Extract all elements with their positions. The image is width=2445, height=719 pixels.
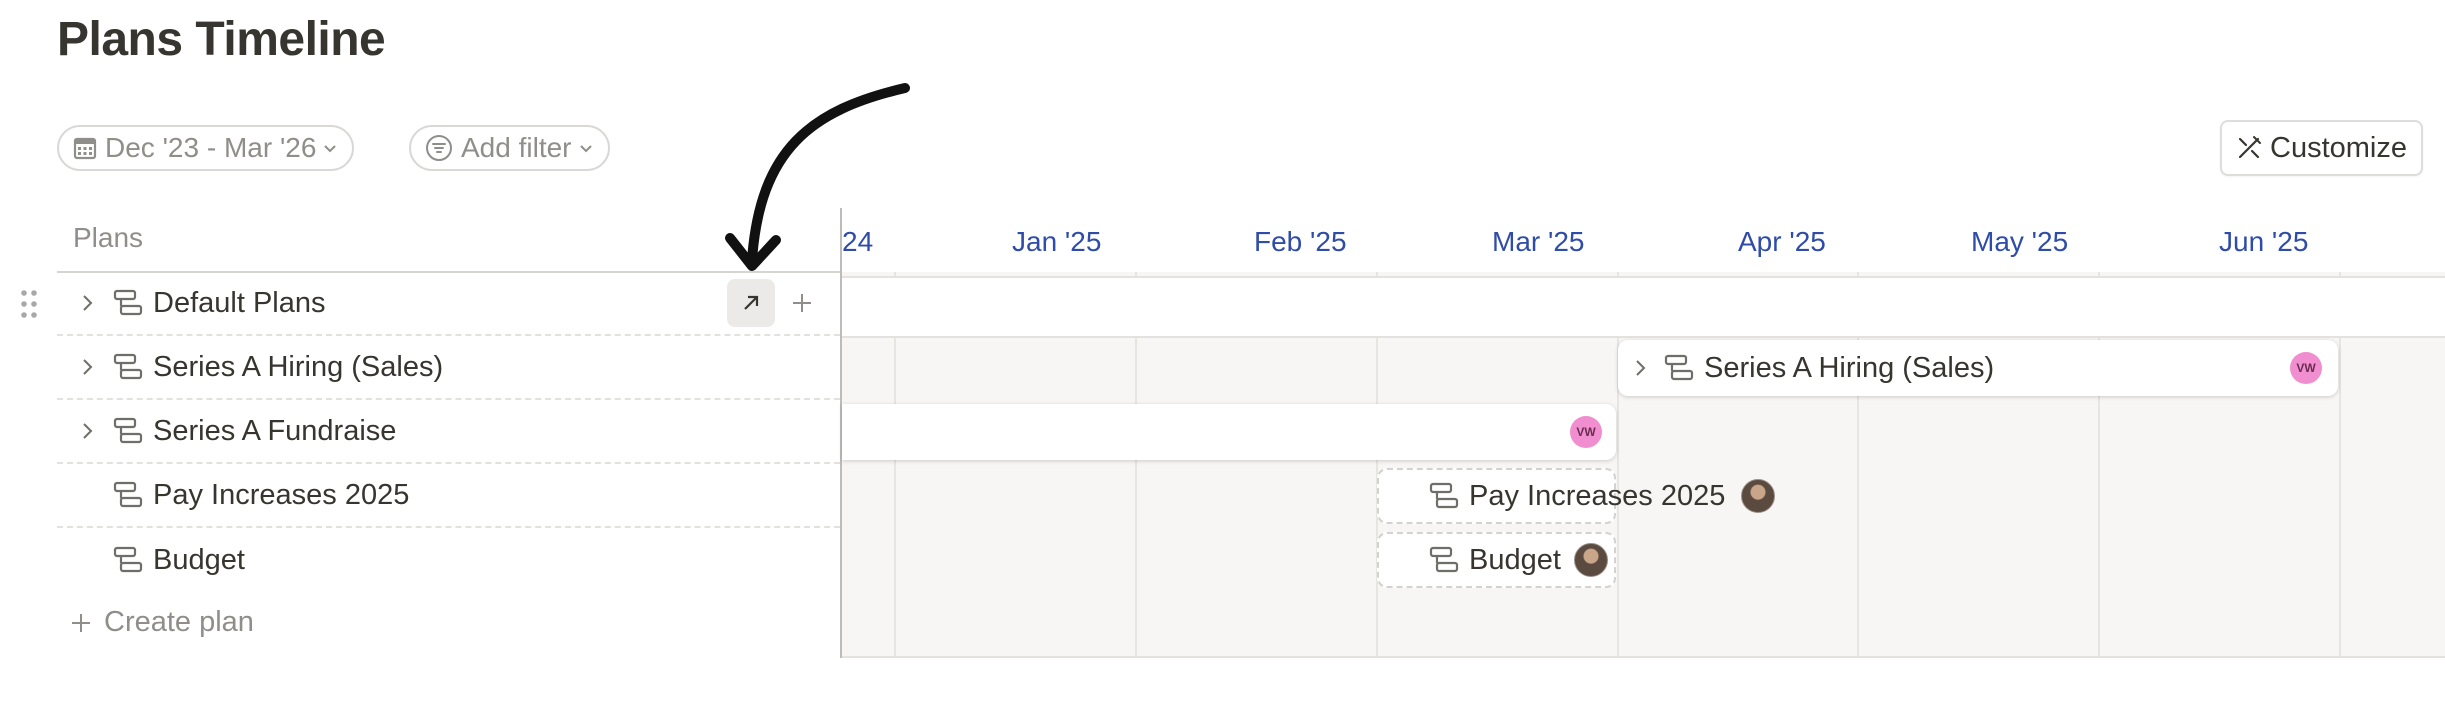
- plan-row-series-a-hiring[interactable]: Series A Hiring (Sales): [57, 336, 840, 400]
- month-label: May '25: [1971, 226, 2069, 257]
- plus-icon: [793, 294, 811, 312]
- month-label: Mar '25: [1492, 226, 1585, 257]
- default-plans-band: [842, 276, 2445, 338]
- bar-label: Pay Increases 2025: [1469, 479, 1726, 512]
- plan-label: Budget: [153, 543, 245, 576]
- month-label: Jan '25: [1012, 226, 1102, 257]
- chevron-right-icon[interactable]: [73, 357, 103, 377]
- plan-icon: [113, 481, 143, 509]
- plan-label: Series A Hiring (Sales): [153, 350, 444, 383]
- chevron-right-icon[interactable]: [73, 421, 103, 441]
- chevron-right-icon[interactable]: [73, 293, 103, 313]
- create-plan-button[interactable]: Create plan: [70, 606, 254, 639]
- filter-icon: [426, 135, 452, 161]
- plan-icon: [113, 353, 143, 381]
- plan-icon: [1429, 546, 1459, 573]
- date-range-label: Dec '23 - Mar '26: [105, 132, 317, 163]
- add-filter-button[interactable]: Add filter: [409, 125, 610, 171]
- annotation-arrow-icon: [725, 83, 910, 271]
- plan-icon: [113, 546, 143, 574]
- customize-button[interactable]: Customize: [2220, 120, 2423, 176]
- bar-label: Series A Hiring (Sales): [1704, 351, 1995, 384]
- plan-label: Default Plans: [153, 286, 326, 319]
- avatar: [1574, 543, 1608, 577]
- timeline-bar-pay-increases[interactable]: Pay Increases 2025: [1377, 468, 1776, 524]
- avatar: VW: [1570, 416, 1602, 448]
- month-label: Jun '25: [2219, 226, 2309, 257]
- chevron-down-icon: [324, 145, 337, 153]
- date-range-filter[interactable]: Dec '23 - Mar '26: [57, 125, 355, 171]
- calendar-icon: [73, 137, 97, 160]
- plan-icon: [1429, 482, 1459, 509]
- chevron-down-icon: [579, 145, 592, 153]
- plus-icon: [72, 613, 90, 632]
- plan-row-series-a-fundraise[interactable]: Series A Fundraise: [57, 400, 840, 464]
- timeline-bar-budget[interactable]: Budget: [1377, 532, 1616, 588]
- plan-icon: [113, 417, 143, 445]
- plan-icon: [1664, 354, 1694, 381]
- chevron-right-icon[interactable]: [1634, 358, 1648, 378]
- plan-label: Series A Fundraise: [153, 414, 397, 447]
- month-label: Feb '25: [1254, 226, 1347, 257]
- plans-column-header: Plans: [73, 222, 144, 253]
- customize-icon: [2238, 136, 2261, 159]
- timeline-bar-series-a-fundraise[interactable]: VW: [842, 404, 1616, 460]
- timeline-header: 24 Jan '25 Feb '25 Mar '25 Apr '25 May '…: [842, 208, 2445, 274]
- page-title: Plans Timeline: [57, 13, 386, 66]
- avatar: VW: [2290, 352, 2322, 384]
- bar-label: Budget: [1469, 543, 1561, 576]
- plan-label: Pay Increases 2025: [153, 478, 410, 511]
- add-filter-label: Add filter: [461, 132, 572, 163]
- open-arrow-icon: [744, 295, 759, 310]
- plan-row-budget[interactable]: Budget: [57, 528, 840, 592]
- plan-icon: [113, 289, 143, 317]
- timeline-bar-series-a-hiring[interactable]: Series A Hiring (Sales) VW: [1618, 340, 2338, 396]
- drag-handle-icon[interactable]: [20, 288, 38, 320]
- customize-label: Customize: [2270, 131, 2407, 164]
- month-label: Apr '25: [1738, 226, 1826, 257]
- plan-row-pay-increases[interactable]: Pay Increases 2025: [57, 464, 840, 528]
- create-plan-label: Create plan: [104, 606, 254, 638]
